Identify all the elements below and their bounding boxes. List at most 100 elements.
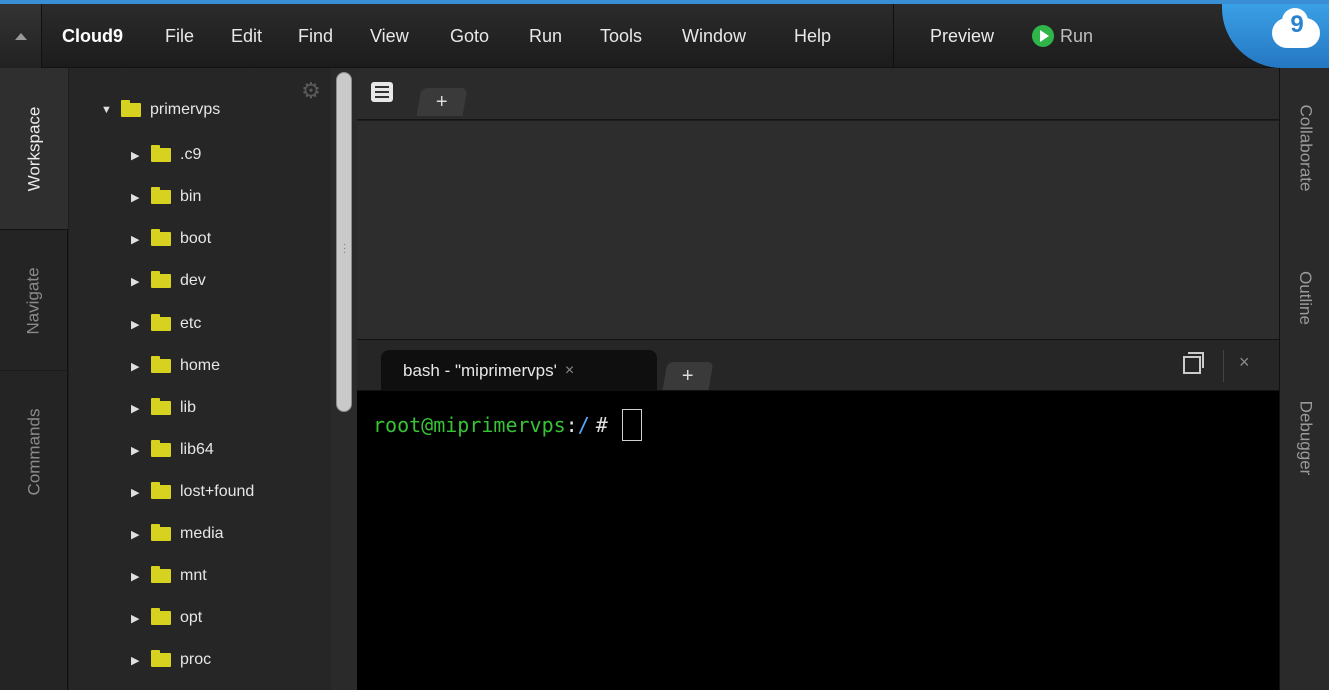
- tree-item[interactable]: ▶ etc: [131, 309, 201, 339]
- folder-icon: [151, 356, 171, 373]
- maximize-icon[interactable]: [1183, 352, 1204, 374]
- run-button[interactable]: Run: [1032, 4, 1093, 68]
- menu-view[interactable]: View: [370, 4, 409, 68]
- folder-icon: [151, 398, 171, 415]
- expand-right-icon: ▶: [131, 275, 140, 288]
- tab-commands-label: Commands: [24, 408, 44, 496]
- terminal-tab-bar: bash - "miprimervps' × + ×: [357, 339, 1279, 392]
- expand-right-icon: ▶: [131, 233, 140, 246]
- tree-item[interactable]: ▶ dev: [131, 266, 206, 296]
- menu-run[interactable]: Run: [529, 4, 562, 68]
- left-panel-tabs: Workspace Navigate Commands: [0, 68, 68, 690]
- terminal-cursor: [621, 409, 642, 441]
- expand-right-icon: ▶: [131, 318, 140, 331]
- menu-file[interactable]: File: [165, 4, 194, 68]
- tab-workspace[interactable]: Workspace: [0, 68, 68, 230]
- menu-find[interactable]: Find: [298, 4, 333, 68]
- terminal-output[interactable]: root@miprimervps: / #: [357, 391, 1279, 690]
- tree-item[interactable]: ▶ home: [131, 351, 220, 381]
- tree-item[interactable]: ▶ opt: [131, 603, 202, 633]
- expand-right-icon: ▶: [131, 444, 140, 457]
- expand-right-icon: ▶: [131, 360, 140, 373]
- expand-right-icon: ▶: [131, 191, 140, 204]
- menu-help[interactable]: Help: [794, 4, 831, 68]
- top-menubar: Cloud9 File Edit Find View Goto Run Tool…: [0, 0, 1329, 68]
- editor-area[interactable]: [357, 121, 1279, 339]
- folder-icon: [151, 229, 171, 246]
- tree-item-label: dev: [180, 272, 206, 289]
- tree-item[interactable]: ▶ lib64: [131, 435, 214, 465]
- gear-icon[interactable]: ⚙: [298, 78, 324, 104]
- add-terminal-tab-button[interactable]: +: [662, 362, 714, 390]
- add-editor-tab-label: +: [436, 90, 448, 113]
- tree-item-label: etc: [180, 315, 202, 332]
- tree-item[interactable]: ▶ boot: [131, 224, 211, 254]
- run-button-label: Run: [1060, 25, 1094, 46]
- tree-item[interactable]: ▶ lib: [131, 393, 196, 423]
- resize-grip-icon[interactable]: · · ·: [343, 240, 347, 258]
- collapse-panels-button[interactable]: [0, 4, 42, 68]
- tree-item-label: opt: [180, 609, 203, 626]
- tree-item[interactable]: ▶ lost+found: [131, 477, 254, 507]
- run-preview-area: Preview Run: [893, 4, 1263, 68]
- tree-item-label: media: [180, 525, 224, 542]
- menu-window[interactable]: Window: [682, 4, 746, 68]
- logo-text: 9: [1290, 11, 1304, 38]
- folder-icon: [151, 608, 171, 625]
- brand-menu[interactable]: Cloud9: [62, 4, 123, 68]
- tree-item-label: lib: [180, 399, 197, 416]
- tree-item-label: bin: [180, 188, 202, 205]
- expand-right-icon: ▶: [131, 149, 140, 162]
- tree-item[interactable]: ▶ mnt: [131, 561, 207, 591]
- tab-terminal-bash[interactable]: bash - "miprimervps' ×: [381, 350, 657, 392]
- folder-icon: [151, 524, 171, 541]
- prompt-user: root@miprimervps: [373, 413, 566, 437]
- prompt-hash: #: [595, 413, 608, 437]
- tree-item[interactable]: ▶ .c9: [131, 140, 201, 170]
- prompt-separator: :: [565, 413, 578, 437]
- tab-outline[interactable]: Outline: [1280, 238, 1329, 358]
- menu-tools[interactable]: Tools: [600, 4, 642, 68]
- close-panel-icon[interactable]: ×: [1239, 352, 1259, 376]
- tab-navigate[interactable]: Navigate: [0, 231, 68, 371]
- expand-right-icon: ▶: [131, 528, 140, 541]
- tab-list-icon[interactable]: [371, 82, 393, 102]
- tree-item-label: mnt: [180, 567, 207, 584]
- tree-item[interactable]: ▶ proc: [131, 645, 211, 675]
- folder-icon: [151, 271, 171, 288]
- preview-button[interactable]: Preview: [930, 4, 994, 68]
- tree-item[interactable]: ▶ bin: [131, 182, 201, 212]
- play-icon: [1032, 25, 1054, 47]
- close-tab-icon[interactable]: ×: [565, 362, 574, 380]
- folder-icon: [151, 566, 171, 583]
- tree-item-label: .c9: [180, 146, 202, 163]
- menu-edit[interactable]: Edit: [231, 4, 262, 68]
- tab-workspace-label: Workspace: [24, 106, 43, 191]
- folder-icon: [151, 482, 171, 499]
- tab-debugger-label: Debugger: [1296, 400, 1316, 476]
- tab-navigate-label: Navigate: [23, 266, 43, 335]
- folder-icon: [151, 145, 171, 162]
- tree-item[interactable]: ▶ media: [131, 519, 224, 549]
- terminal-tab-title: bash - "miprimervps': [403, 361, 557, 380]
- tree-item-label: boot: [180, 230, 212, 247]
- menu-goto[interactable]: Goto: [450, 4, 489, 68]
- folder-icon: [151, 650, 171, 667]
- prompt-path: /: [577, 413, 590, 437]
- folder-icon: [151, 187, 171, 204]
- toolbar-divider: [1223, 350, 1224, 382]
- tab-collaborate-label: Collaborate: [1296, 104, 1316, 192]
- tree-item-label: home: [180, 357, 221, 374]
- tab-debugger[interactable]: Debugger: [1280, 368, 1329, 508]
- editor-tab-bar: +: [357, 68, 1279, 120]
- tree-item-label: lib64: [180, 441, 214, 458]
- add-editor-tab-button[interactable]: +: [416, 88, 468, 116]
- tab-collaborate[interactable]: Collaborate: [1280, 68, 1329, 228]
- tree-item-label: lost+found: [180, 483, 255, 500]
- expand-right-icon: ▶: [131, 612, 140, 625]
- tree-scrollbar[interactable]: [331, 68, 357, 690]
- expand-right-icon: ▶: [131, 486, 140, 499]
- tree-root[interactable]: ▼ primervps: [101, 95, 220, 125]
- tab-commands[interactable]: Commands: [0, 372, 68, 532]
- file-tree: ⚙ ▼ primervps ▶ .c9 ▶ bin ▶ boot ▶ dev ▶…: [69, 68, 357, 690]
